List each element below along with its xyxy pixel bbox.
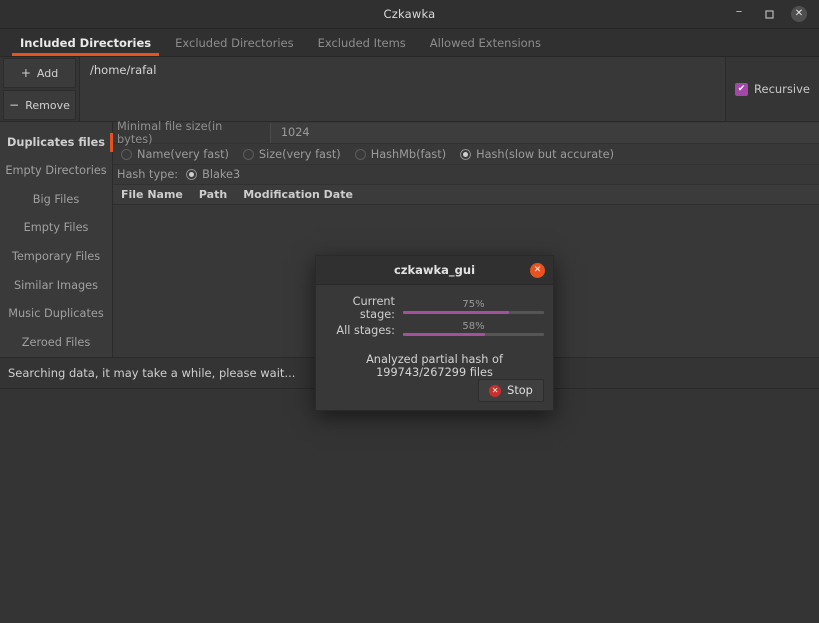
recursive-checkbox[interactable]: ✔: [735, 82, 749, 96]
stop-button[interactable]: ✕ Stop: [478, 379, 544, 402]
window-title: Czkawka: [383, 7, 436, 21]
minimal-size-row: Minimal file size(in bytes) 1024: [113, 119, 819, 146]
add-directory-label: Add: [36, 66, 59, 80]
plus-icon: +: [20, 66, 31, 80]
radio-label: Name(very fast): [137, 147, 229, 161]
sidebar-item-duplicates-files[interactable]: Duplicates files: [0, 128, 113, 157]
radio-label: Blake3: [202, 168, 241, 181]
dialog-title: czkawka_gui: [393, 263, 476, 277]
list-item[interactable]: /home/rafal: [90, 63, 715, 77]
progress-dialog: czkawka_gui ✕ Current stage: 75% All sta…: [315, 255, 554, 411]
window-titlebar: Czkawka – ✕: [0, 0, 819, 29]
sidebar-item-zeroed-files[interactable]: Zeroed Files: [0, 328, 112, 357]
check-method-radio-group: Name(very fast) Size(very fast) HashMb(f…: [113, 144, 819, 165]
column-header-file-name[interactable]: File Name: [113, 188, 191, 201]
sidebar-item-big-files[interactable]: Big Files: [0, 185, 112, 214]
tab-included-directories[interactable]: Included Directories: [8, 29, 163, 56]
radio-dot-selected-icon: [460, 148, 472, 160]
tab-excluded-items[interactable]: Excluded Items: [306, 29, 418, 56]
radio-dot-selected-icon: [186, 169, 198, 180]
sidebar-item-temporary-files[interactable]: Temporary Files: [0, 242, 112, 271]
current-stage-progressbar: 75%: [403, 298, 544, 316]
tab-allowed-extensions[interactable]: Allowed Extensions: [418, 29, 553, 56]
radio-hashmb-fast[interactable]: HashMb(fast): [354, 147, 447, 161]
czkawka-window: Czkawka – ✕ Included Directories Exclude…: [0, 0, 819, 623]
directory-buttons: + Add − Remove: [0, 57, 80, 121]
remove-directory-label: Remove: [25, 98, 70, 112]
radio-label: Hash(slow but accurate): [476, 147, 614, 161]
dialog-body: Current stage: 75% All stages: 58% Analy…: [316, 285, 553, 410]
radio-label: Size(very fast): [258, 147, 341, 161]
radio-dot-icon: [121, 148, 132, 160]
stop-button-label: Stop: [507, 384, 533, 397]
column-header-path[interactable]: Path: [191, 188, 235, 201]
dialog-titlebar: czkawka_gui ✕: [316, 256, 553, 285]
minimal-size-input[interactable]: 1024: [269, 122, 819, 143]
radio-name-very-fast[interactable]: Name(very fast): [121, 148, 229, 161]
sidebar-item-similar-images[interactable]: Similar Images: [0, 271, 112, 300]
included-directories-list[interactable]: /home/rafal: [80, 57, 726, 121]
mode-sidebar: Duplicates files Empty Directories Big F…: [0, 122, 113, 357]
sidebar-item-music-duplicates[interactable]: Music Duplicates: [0, 299, 112, 328]
tab-excluded-directories[interactable]: Excluded Directories: [163, 29, 305, 56]
directory-row: + Add − Remove /home/rafal ✔ Recursive: [0, 57, 819, 122]
radio-dot-icon: [354, 148, 366, 160]
radio-size-very-fast[interactable]: Size(very fast): [242, 147, 341, 161]
hash-type-label: Hash type:: [117, 168, 179, 181]
progress-fill: [403, 333, 485, 336]
minimal-size-label: Minimal file size(in bytes): [117, 119, 223, 146]
close-icon[interactable]: ✕: [791, 6, 807, 22]
sidebar-item-empty-files[interactable]: Empty Files: [0, 214, 112, 243]
recursive-label: Recursive: [754, 82, 810, 96]
all-stages-percent: 58%: [462, 321, 485, 332]
remove-directory-button[interactable]: − Remove: [3, 90, 76, 120]
column-header-modification-date[interactable]: Modification Date: [235, 188, 361, 201]
directory-tabbar: Included Directories Excluded Directorie…: [0, 29, 819, 57]
current-stage-percent: 75%: [462, 298, 485, 310]
progress-fill: [403, 310, 509, 314]
minus-icon: −: [9, 98, 20, 112]
minimize-icon[interactable]: –: [731, 5, 747, 22]
hash-type-row: Hash type: Blake3: [113, 165, 819, 184]
radio-hash-slow-but-accurate[interactable]: Hash(slow but accurate): [460, 148, 614, 161]
status-message: Searching data, it may take a while, ple…: [8, 365, 296, 380]
stop-icon: ✕: [489, 384, 502, 397]
maximize-icon[interactable]: [761, 6, 777, 22]
recursive-checkbox-row[interactable]: ✔ Recursive: [726, 57, 819, 121]
radio-label: HashMb(fast): [370, 147, 447, 161]
add-directory-button[interactable]: + Add: [3, 58, 76, 88]
dialog-message: Analyzed partial hash of 199743/267299 f…: [366, 353, 503, 379]
dialog-close-icon[interactable]: ✕: [530, 262, 545, 278]
radio-blake3[interactable]: Blake3: [186, 168, 240, 181]
window-controls: – ✕: [731, 5, 819, 22]
results-table-header: File Name Path Modification Date: [113, 184, 819, 205]
current-stage-progress-row: Current stage: 75%: [325, 295, 544, 321]
bottom-panel: [0, 388, 819, 623]
sidebar-item-empty-directories[interactable]: Empty Directories: [0, 157, 112, 186]
all-stages-label: All stages:: [336, 324, 395, 337]
radio-dot-icon: [242, 148, 254, 160]
current-stage-label: Current stage:: [352, 295, 395, 321]
all-stages-progressbar: 58%: [403, 321, 544, 338]
all-stages-progress-row: All stages: 58%: [325, 321, 544, 338]
